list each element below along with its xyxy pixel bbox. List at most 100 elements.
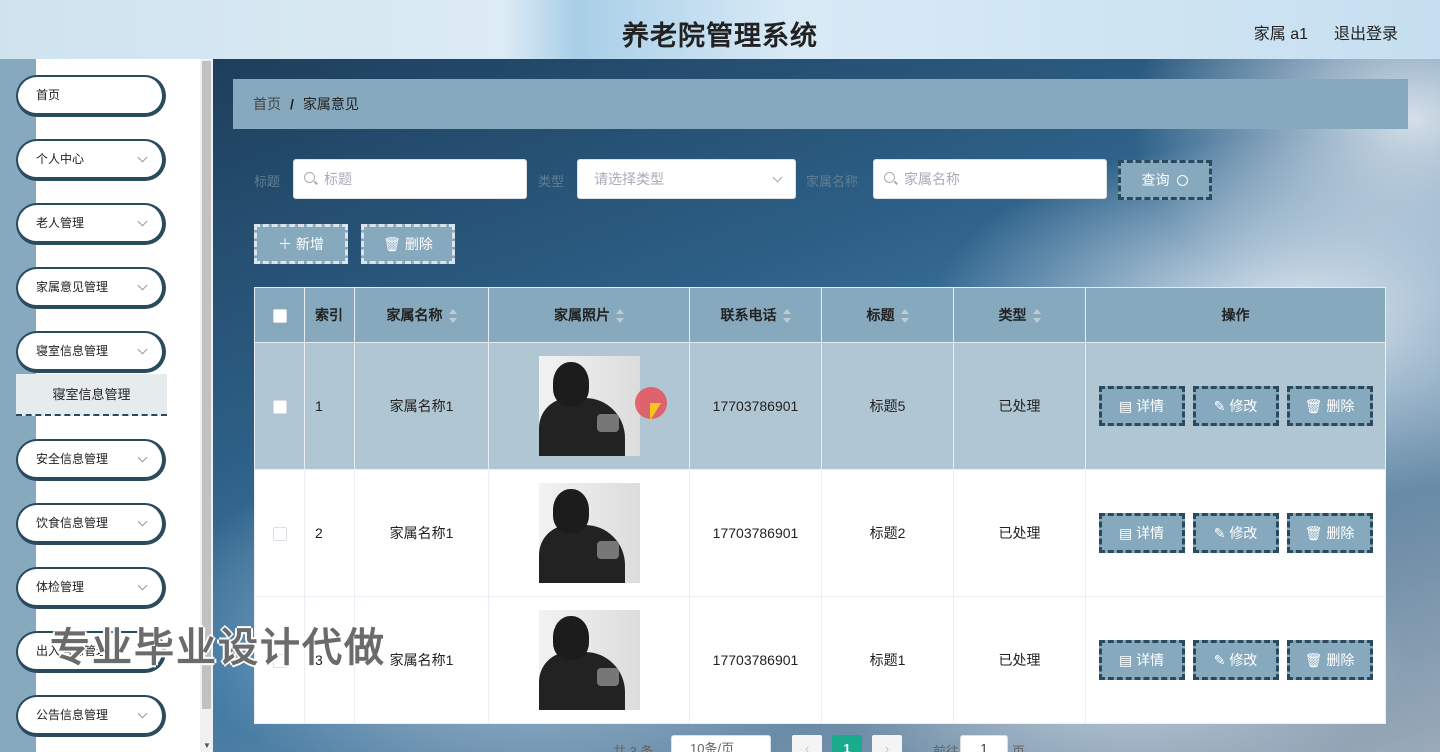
table-row[interactable]: 3 家属名称1 17703786901 标题1 已处理 ▤ 详情 ✎ 修改 🗑 删除	[254, 596, 1386, 724]
trash-icon: 🗑	[1304, 525, 1323, 541]
actions-cell: ▤ 详情 ✎ 修改 🗑 删除	[1085, 596, 1386, 724]
add-button[interactable]: ＋ 新增	[254, 224, 348, 264]
header: 养老院管理系统 家属 a1 退出登录	[0, 0, 1440, 59]
current-user[interactable]: 家属 a1	[1254, 20, 1308, 44]
header-photo[interactable]: 家属照片	[488, 287, 690, 343]
trash-icon: 🗑	[1304, 398, 1323, 414]
search-icon	[304, 172, 315, 183]
search-icon	[884, 172, 895, 183]
type-cell: 已处理	[953, 469, 1086, 597]
edit-button[interactable]: ✎ 修改	[1192, 640, 1279, 680]
header-title[interactable]: 标题	[821, 287, 954, 343]
type-placeholder: 请选择类型	[594, 171, 664, 187]
row-checkbox[interactable]	[272, 527, 287, 542]
chevron-down-icon	[137, 452, 148, 463]
delete-button[interactable]: 🗑 删除	[1286, 640, 1373, 680]
scrollbar-thumb[interactable]	[202, 61, 211, 709]
prev-page-button[interactable]: ‹	[792, 735, 822, 752]
sidebar-item-family-feedback[interactable]: 家属意见管理	[16, 267, 166, 309]
sidebar-item-label: 体检管理	[36, 580, 85, 594]
select-all-checkbox[interactable]	[272, 309, 287, 324]
query-button[interactable]: 查询	[1118, 160, 1212, 200]
document-icon: ▤	[1118, 525, 1133, 541]
sidebar-item-diet[interactable]: 饮食信息管理	[16, 503, 166, 545]
page-number-button[interactable]: 1	[832, 735, 862, 752]
delete-button[interactable]: 🗑 删除	[1286, 513, 1373, 553]
sort-icon[interactable]	[1032, 309, 1041, 324]
breadcrumb-current: 家属意见	[302, 96, 359, 112]
sort-icon[interactable]	[448, 309, 457, 324]
edit-button[interactable]: ✎ 修改	[1192, 386, 1279, 426]
photo-cell	[488, 596, 690, 724]
add-button-label: ＋ 新增	[278, 236, 324, 252]
chevron-down-icon	[137, 216, 148, 227]
goto-label: 前往	[933, 744, 960, 752]
sidebar-item-label: 安全信息管理	[36, 452, 109, 466]
sidebar-item-label: 老人管理	[36, 216, 85, 230]
type-label: 类型	[538, 174, 565, 189]
sidebar-item-label: 寝室信息管理	[36, 344, 109, 358]
row-checkbox-cell	[254, 342, 305, 470]
name-search-input[interactable]: 家属名称	[873, 159, 1107, 199]
actions-cell: ▤ 详情 ✎ 修改 🗑 删除	[1085, 469, 1386, 597]
header-type[interactable]: 类型	[953, 287, 1086, 343]
feedback-table: 索引 家属名称 家属照片 联系电话 标题 类型 操作 1 家属名称1 17703…	[254, 287, 1386, 724]
header-phone[interactable]: 联系电话	[689, 287, 822, 343]
title-label: 标题	[254, 174, 281, 189]
next-page-button[interactable]: ›	[872, 735, 902, 752]
sidebar-item-home[interactable]: 首页	[16, 75, 166, 117]
chevron-down-icon	[137, 580, 148, 591]
detail-button[interactable]: ▤ 详情	[1098, 513, 1185, 553]
scroll-down-icon[interactable]: ▼	[203, 741, 211, 750]
table-header-row: 索引 家属名称 家属照片 联系电话 标题 类型 操作	[254, 287, 1386, 343]
type-select[interactable]: 请选择类型	[577, 159, 796, 199]
trash-icon: 🗑	[383, 236, 401, 252]
detail-button[interactable]: ▤ 详情	[1098, 386, 1185, 426]
sidebar-item-elderly[interactable]: 老人管理	[16, 203, 166, 245]
page-size-select[interactable]: 10条/页	[671, 735, 771, 752]
table-row[interactable]: 1 家属名称1 17703786901 标题5 已处理 ▤ 详情 ✎ 修改 🗑 删除	[254, 342, 1386, 470]
type-cell: 已处理	[953, 596, 1086, 724]
goto-page-input[interactable]: 1	[960, 735, 1008, 752]
sort-icon[interactable]	[782, 309, 791, 324]
sidebar-item-label: 饮食信息管理	[36, 516, 109, 530]
row-checkbox[interactable]	[272, 400, 287, 415]
sidebar-item-safety[interactable]: 安全信息管理	[16, 439, 166, 481]
detail-button[interactable]: ▤ 详情	[1098, 640, 1185, 680]
header-actions: 操作	[1085, 287, 1386, 343]
sidebar-item-checkup[interactable]: 体检管理	[16, 567, 166, 609]
chevron-down-icon	[137, 516, 148, 527]
sort-icon[interactable]	[900, 309, 909, 324]
family-photo[interactable]	[538, 483, 640, 583]
breadcrumb-separator: /	[290, 96, 294, 112]
query-button-label: 查询	[1141, 172, 1170, 188]
sidebar-subitem-dormitory[interactable]: 寝室信息管理	[16, 374, 167, 416]
mouse-pointer-icon	[650, 403, 661, 421]
sort-icon[interactable]	[616, 309, 624, 324]
pencil-icon: ✎	[1213, 525, 1226, 541]
chevron-down-icon	[137, 344, 148, 355]
chevron-down-icon	[772, 172, 783, 183]
edit-button[interactable]: ✎ 修改	[1192, 513, 1279, 553]
title-search-input[interactable]: 标题	[293, 159, 527, 199]
logout-link[interactable]: 退出登录	[1334, 20, 1398, 44]
family-photo[interactable]	[538, 610, 640, 710]
name-placeholder: 家属名称	[904, 171, 960, 187]
breadcrumb-home[interactable]: 首页	[253, 96, 281, 112]
sidebar-item-notice[interactable]: 公告信息管理	[16, 695, 166, 737]
title-cell: 标题1	[821, 596, 954, 724]
sidebar-item-dormitory[interactable]: 寝室信息管理	[16, 331, 166, 373]
delete-button[interactable]: 🗑 删除	[1286, 386, 1373, 426]
sidebar-item-label: 家属意见管理	[36, 280, 109, 294]
select-all-cell	[254, 287, 305, 343]
type-cell: 已处理	[953, 342, 1086, 470]
pencil-icon: ✎	[1213, 652, 1226, 668]
row-checkbox-cell	[254, 469, 305, 597]
batch-delete-button[interactable]: 🗑 删除	[361, 224, 455, 264]
header-name[interactable]: 家属名称	[354, 287, 489, 343]
watermark-text: 专业毕业设计代做	[50, 626, 386, 670]
sidebar-item-personal-center[interactable]: 个人中心	[16, 139, 166, 181]
table-row[interactable]: 2 家属名称1 17703786901 标题2 已处理 ▤ 详情 ✎ 修改 🗑 删除	[254, 469, 1386, 597]
family-photo[interactable]	[538, 356, 640, 456]
pagination-total: 共 3 条	[613, 744, 654, 752]
